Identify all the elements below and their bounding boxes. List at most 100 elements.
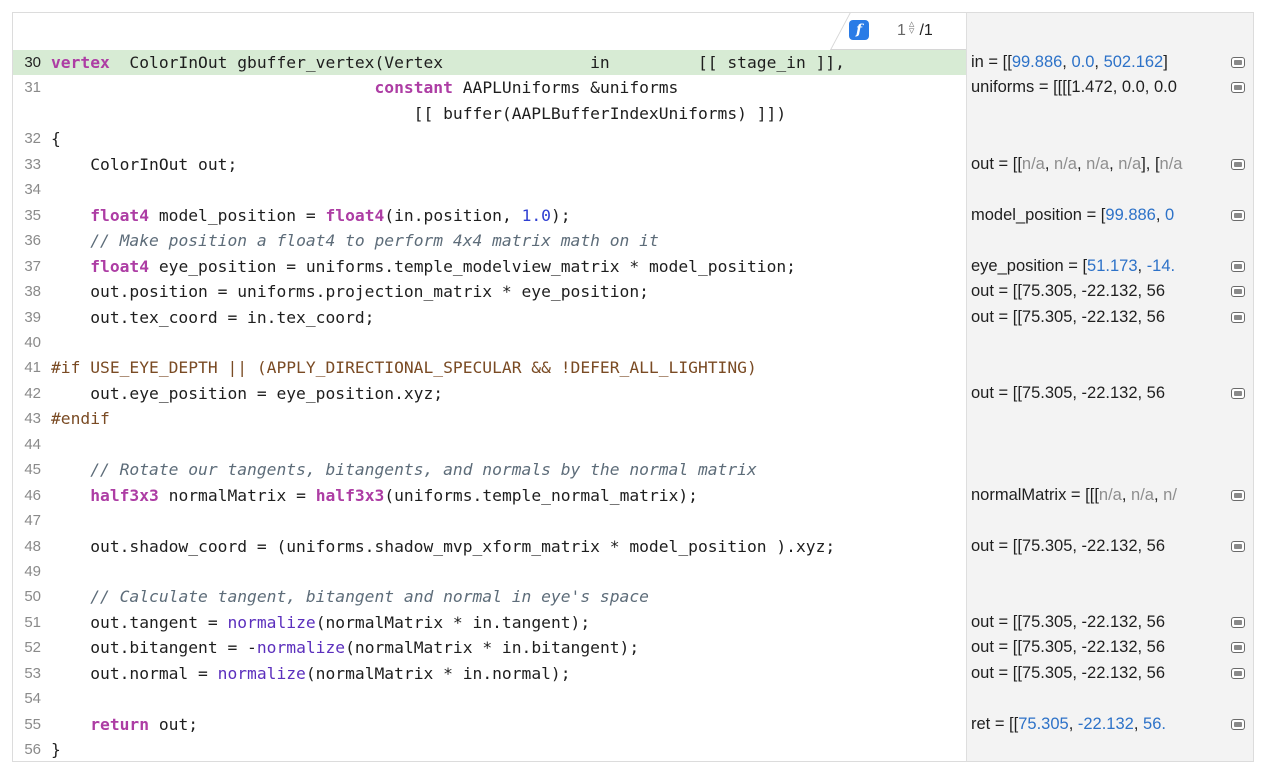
quick-look-icon[interactable] (1231, 158, 1245, 170)
code-text[interactable]: ColorInOut out; (51, 152, 237, 177)
line-number[interactable]: 45 (13, 457, 41, 482)
quick-look-icon[interactable] (1231, 57, 1245, 68)
code-line[interactable]: 50 // Calculate tangent, bitangent and n… (13, 584, 966, 609)
code-line[interactable]: 53 out.normal = normalize(normalMatrix *… (13, 661, 966, 686)
code-line[interactable]: 37 float4 eye_position = uniforms.temple… (13, 254, 966, 279)
code-text[interactable]: out.bitangent = -normalize(normalMatrix … (51, 635, 639, 660)
code-text[interactable]: } (51, 737, 61, 761)
code-line[interactable]: 47 (13, 508, 966, 533)
code-text[interactable]: out.normal = normalize(normalMatrix * in… (51, 661, 570, 686)
quick-look-icon[interactable] (1231, 540, 1245, 552)
line-number[interactable]: 30 (13, 50, 41, 75)
result-value[interactable]: in = [[99.886, 0.0, 502.162] (971, 50, 1221, 75)
code-text[interactable]: // Calculate tangent, bitangent and norm… (51, 584, 649, 609)
code-line[interactable]: 41 #if USE_EYE_DEPTH || (APPLY_DIRECTIONA… (13, 355, 966, 380)
line-number[interactable]: 40 (13, 330, 41, 355)
line-number[interactable]: 50 (13, 584, 41, 609)
line-number[interactable]: 52 (13, 635, 41, 660)
code-line[interactable]: 54 (13, 686, 966, 711)
line-number[interactable]: 49 (13, 559, 41, 584)
code-text[interactable]: vertex ColorInOut gbuffer_vertex(Vertex … (51, 50, 845, 75)
result-value[interactable]: uniforms = [[[[1.472, 0.0, 0.0 (971, 75, 1221, 100)
code-text[interactable]: out.tangent = normalize(normalMatrix * i… (51, 610, 590, 635)
result-value[interactable]: out = [[75.305, -22.132, 56 (971, 305, 1221, 330)
code-line-current[interactable]: 30 vertex ColorInOut gbuffer_vertex(Verte… (13, 50, 966, 75)
code-line[interactable]: 49 (13, 559, 966, 584)
line-number[interactable]: 32 (13, 126, 41, 151)
line-number[interactable]: 47 (13, 508, 41, 533)
function-icon[interactable]: f (849, 20, 869, 40)
code-line[interactable]: 34 (13, 177, 966, 202)
line-number[interactable]: 33 (13, 152, 41, 177)
code-text[interactable]: #if USE_EYE_DEPTH || (APPLY_DIRECTIONAL_… (51, 355, 757, 380)
line-number[interactable]: 55 (13, 712, 41, 737)
code-line[interactable]: 44 (13, 432, 966, 457)
code-text[interactable]: float4 model_position = float4(in.positi… (51, 203, 570, 228)
line-number[interactable]: 42 (13, 381, 41, 406)
line-number[interactable]: 44 (13, 432, 41, 457)
line-number[interactable]: 31 (13, 75, 41, 100)
code-text[interactable]: half3x3 normalMatrix = half3x3(uniforms.… (51, 483, 698, 508)
quick-look-icon[interactable] (1231, 718, 1245, 730)
result-value[interactable]: out = [[75.305, -22.132, 56 (971, 661, 1221, 686)
code-line[interactable]: 38 out.position = uniforms.projection_ma… (13, 279, 966, 304)
line-number[interactable]: 56 (13, 737, 41, 761)
code-text[interactable]: out.shadow_coord = (uniforms.shadow_mvp_… (51, 534, 835, 559)
code-line[interactable]: 36 // Make position a float4 to perform … (13, 228, 966, 253)
result-value[interactable]: ret = [[75.305, -22.132, 56. (971, 712, 1221, 737)
quick-look-icon[interactable] (1231, 387, 1245, 399)
code-line[interactable]: 40 (13, 330, 966, 355)
result-value[interactable]: model_position = [99.886, 0 (971, 203, 1221, 228)
page-stepper-icon[interactable]: ▵ ▿ (909, 19, 915, 37)
code-line[interactable]: 56} (13, 737, 966, 761)
code-line[interactable]: 35 float4 model_position = float4(in.pos… (13, 203, 966, 228)
line-number[interactable]: 48 (13, 534, 41, 559)
code-line[interactable]: 32 { (13, 126, 966, 151)
code-text[interactable]: out.eye_position = eye_position.xyz; (51, 381, 443, 406)
line-number[interactable]: 38 (13, 279, 41, 304)
quick-look-icon[interactable] (1231, 209, 1245, 221)
code-line[interactable]: 45 // Rotate our tangents, bitangents, a… (13, 457, 966, 482)
code-text[interactable]: { (51, 126, 61, 151)
code-line[interactable]: [[ buffer(AAPLBufferIndexUniforms) ]]) (13, 101, 966, 126)
code-line[interactable]: 52 out.bitangent = -normalize(normalMatr… (13, 635, 966, 660)
line-number[interactable]: 54 (13, 686, 41, 711)
line-number[interactable]: 35 (13, 203, 41, 228)
quick-look-icon[interactable] (1231, 260, 1245, 272)
result-value[interactable]: out = [[75.305, -22.132, 56 (971, 279, 1221, 304)
code-text[interactable]: constant AAPLUniforms &uniforms (51, 75, 678, 100)
line-number[interactable]: 36 (13, 228, 41, 253)
code-line[interactable]: 31 constant AAPLUniforms &uniforms (13, 75, 966, 100)
result-value[interactable]: out = [[n/a, n/a, n/a, n/a], [n/a (971, 152, 1221, 177)
code-text[interactable]: return out; (51, 712, 198, 737)
line-number[interactable]: 43 (13, 406, 41, 431)
result-value[interactable]: out = [[75.305, -22.132, 56 (971, 610, 1221, 635)
result-value[interactable]: out = [[75.305, -22.132, 56 (971, 381, 1221, 406)
result-value[interactable]: out = [[75.305, -22.132, 56 (971, 534, 1221, 559)
stepper-down-icon[interactable]: ▿ (909, 26, 915, 37)
quick-look-icon[interactable] (1231, 642, 1245, 654)
result-value[interactable]: normalMatrix = [[[n/a, n/a, n/ (971, 483, 1221, 508)
line-number[interactable]: 37 (13, 254, 41, 279)
quick-look-icon[interactable] (1231, 667, 1245, 679)
code-text[interactable]: #endif (51, 406, 110, 431)
code-line[interactable]: 46 half3x3 normalMatrix = half3x3(unifor… (13, 483, 966, 508)
code-text[interactable]: out.position = uniforms.projection_matri… (51, 279, 649, 304)
line-number[interactable]: 46 (13, 483, 41, 508)
result-value[interactable]: eye_position = [51.173, -14. (971, 254, 1221, 279)
code-line[interactable]: 42 out.eye_position = eye_position.xyz; (13, 381, 966, 406)
code-line[interactable]: 51 out.tangent = normalize(normalMatrix … (13, 610, 966, 635)
code-text[interactable]: [[ buffer(AAPLBufferIndexUniforms) ]]) (51, 101, 787, 126)
quick-look-icon[interactable] (1231, 616, 1245, 628)
quick-look-icon[interactable] (1231, 286, 1245, 298)
line-number[interactable]: 41 (13, 355, 41, 380)
code-line[interactable]: 43 #endif (13, 406, 966, 431)
code-text[interactable]: // Rotate our tangents, bitangents, and … (51, 457, 757, 482)
code-line[interactable]: 48 out.shadow_coord = (uniforms.shadow_m… (13, 534, 966, 559)
quick-look-icon[interactable] (1231, 489, 1245, 501)
code-line[interactable]: 33 ColorInOut out; (13, 152, 966, 177)
code-line[interactable]: 55 return out; (13, 712, 966, 737)
line-number[interactable]: 53 (13, 661, 41, 686)
code-text[interactable]: out.tex_coord = in.tex_coord; (51, 305, 374, 330)
quick-look-icon[interactable] (1231, 82, 1245, 94)
